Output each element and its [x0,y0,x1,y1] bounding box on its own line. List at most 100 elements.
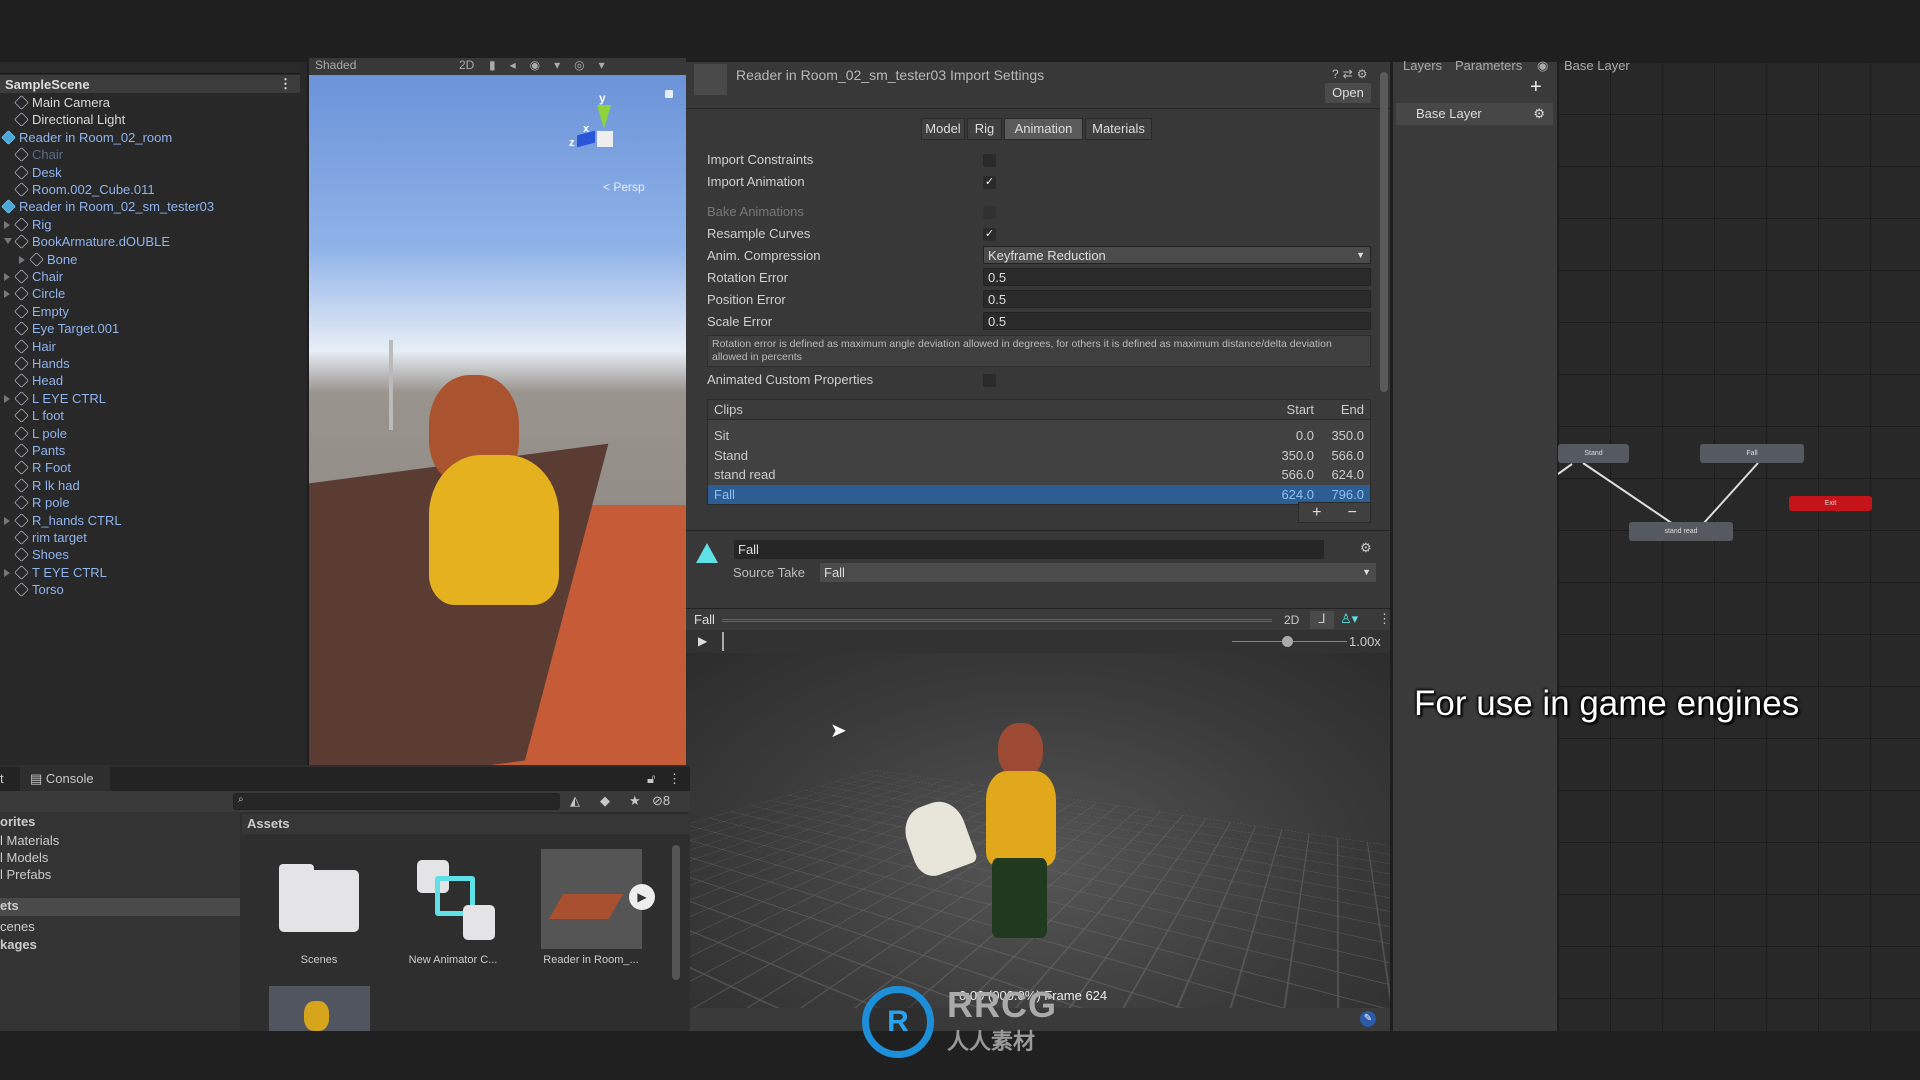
model-thumbnail[interactable] [269,986,370,1031]
speed-slider-knob[interactable] [1282,636,1293,647]
favorite-prefabs[interactable]: l Prefabs [0,867,51,882]
hierarchy-item[interactable]: R lk had [14,477,80,494]
tab-model[interactable]: Model [921,118,965,140]
hierarchy-item[interactable]: L EYE CTRL [14,390,106,407]
eye-icon[interactable]: ◉ [1537,58,1548,74]
scene-view[interactable]: y z x < Persp [309,75,686,765]
folder-scenes[interactable]: cenes [0,919,35,934]
scene-tool-icons[interactable]: ▮◂◉▾◎▾ [489,58,619,72]
lock-icon[interactable]: 🔓︎ [647,771,655,787]
filter-label-icon[interactable]: ◆ [600,793,610,809]
clip-name-field[interactable]: Fall [734,540,1324,559]
shading-mode-dropdown[interactable]: Shaded [315,58,356,72]
hierarchy-item[interactable]: Chair [14,146,63,163]
scale-error-field[interactable]: 0.5 [983,312,1371,330]
state-stand[interactable]: Stand [1558,444,1629,463]
expand-arrow-right-icon[interactable] [19,255,25,264]
hierarchy-item[interactable]: Head [14,372,63,389]
hierarchy-item[interactable]: Room.002_Cube.011 [14,181,155,198]
favorite-models[interactable]: l Models [0,850,48,865]
open-button[interactable]: Open [1325,83,1371,103]
add-clip-button[interactable]: + [1312,504,1321,522]
gear-icon[interactable]: ⚙ [1533,106,1545,122]
inspector-header-icons[interactable]: ?⇄⚙ [1332,67,1372,81]
hierarchy-item[interactable]: Empty [14,303,69,320]
play-icon[interactable]: ▶ [629,884,655,910]
tab-materials[interactable]: Materials [1085,118,1152,140]
play-icon[interactable]: ▶ [698,634,707,648]
expand-arrow-right-icon[interactable] [4,516,10,525]
source-take-dropdown[interactable]: Fall ▼ [820,563,1376,582]
folder-icon[interactable] [279,870,359,932]
hierarchy-item[interactable]: Hair [14,338,56,355]
hierarchy-item[interactable]: R_hands CTRL [14,512,122,529]
expand-arrow-right-icon[interactable] [4,290,10,299]
2d-toggle[interactable]: 2D [1284,613,1299,627]
favorites-header[interactable]: orites [0,814,35,829]
expand-arrow-right-icon[interactable] [4,394,10,403]
position-error-field[interactable]: 0.5 [983,290,1371,308]
add-layer-button[interactable]: + [1530,76,1542,99]
hierarchy-item[interactable]: Rig [14,216,52,233]
clip-row[interactable]: Sit 0.0 350.0 [708,426,1370,446]
project-scrollbar[interactable] [672,845,680,980]
bake-animations-checkbox[interactable] [983,206,996,219]
folder-packages[interactable]: kages [0,937,37,952]
hierarchy-item[interactable]: rim target [14,529,87,546]
clip-row[interactable]: Fall 624.0 796.0 [708,484,1370,504]
project-search-input[interactable] [233,793,560,810]
folder-assets[interactable]: ets [0,898,240,916]
hierarchy-item[interactable]: Hands [14,355,70,372]
favorite-materials[interactable]: l Materials [0,833,59,848]
hierarchy-item[interactable]: L pole [14,425,67,442]
transition-standread-fall[interactable] [1702,462,1759,525]
state-exit[interactable]: Exit [1789,496,1872,511]
hierarchy-item[interactable]: Desk [14,164,62,181]
transition-stand-standread[interactable] [1582,462,1674,525]
avatar-icon[interactable]: ♙▾ [1340,611,1358,627]
hidden-packages-icon[interactable]: ⊘8 [652,793,670,809]
hierarchy-item[interactable]: Chair [14,268,63,285]
hierarchy-item[interactable]: Directional Light [14,111,125,128]
hierarchy-item[interactable]: BookArmature.dOUBLE [14,233,170,250]
more-icon[interactable]: ⋮ [668,771,681,787]
playhead[interactable] [722,632,724,651]
state-fall[interactable]: Fall [1700,444,1804,463]
expand-arrow-right-icon[interactable] [4,568,10,577]
layer-base[interactable]: Base Layer ⚙ [1396,103,1553,125]
orientation-gizmo[interactable]: y z x [569,91,639,167]
tab-parameters[interactable]: Parameters [1455,58,1522,73]
hierarchy-item[interactable]: L foot [14,407,64,424]
more-icon[interactable]: ⋮ [279,76,292,92]
assets-breadcrumb[interactable]: Assets [242,814,690,834]
lock-icon[interactable] [665,90,673,98]
hierarchy-item[interactable]: Reader in Room_02_room [1,129,172,146]
model-thumbnail[interactable] [541,849,642,949]
pivot-icon[interactable]: ⅃ [1310,611,1334,629]
persp-label[interactable]: < Persp [603,180,645,194]
more-icon[interactable]: ⋮ [1378,611,1391,627]
import-animation-checkbox[interactable]: ✓ [983,176,996,189]
hierarchy-item[interactable]: R Foot [14,459,71,476]
hierarchy-item[interactable]: Eye Target.001 [14,320,119,337]
hierarchy-item[interactable]: Torso [14,581,64,598]
scene-header[interactable]: SampleScene ⋮ [0,75,300,93]
hierarchy-item[interactable]: Circle [14,285,65,302]
inspector-scrollbar[interactable] [1380,72,1388,392]
hierarchy-search[interactable] [0,62,300,74]
hierarchy-item[interactable]: Shoes [14,546,69,563]
rotation-error-field[interactable]: 0.5 [983,268,1371,286]
hierarchy-item[interactable]: T EYE CTRL [14,564,107,581]
preview-viewport[interactable]: ➤ 0:00 (000.0%) Frame 624 [686,653,1390,1008]
2d-toggle[interactable]: 2D [459,58,474,72]
animator-graph[interactable]: Base Layer Stand Fall stand read Exit [1558,58,1920,1031]
hierarchy-item[interactable]: Main Camera [14,94,110,111]
state-stand-read[interactable]: stand read [1629,522,1733,541]
clip-row[interactable]: stand read 566.0 624.0 [708,465,1370,485]
tab-animation[interactable]: Animation [1004,118,1083,140]
tab-console[interactable]: ▤ Console [20,767,110,791]
preview-timeline-bar[interactable] [722,619,1272,622]
label-icon[interactable]: ✎ [1360,1011,1376,1027]
favorite-star-icon[interactable]: ★ [629,793,641,809]
hierarchy-item[interactable]: Bone [29,251,77,268]
